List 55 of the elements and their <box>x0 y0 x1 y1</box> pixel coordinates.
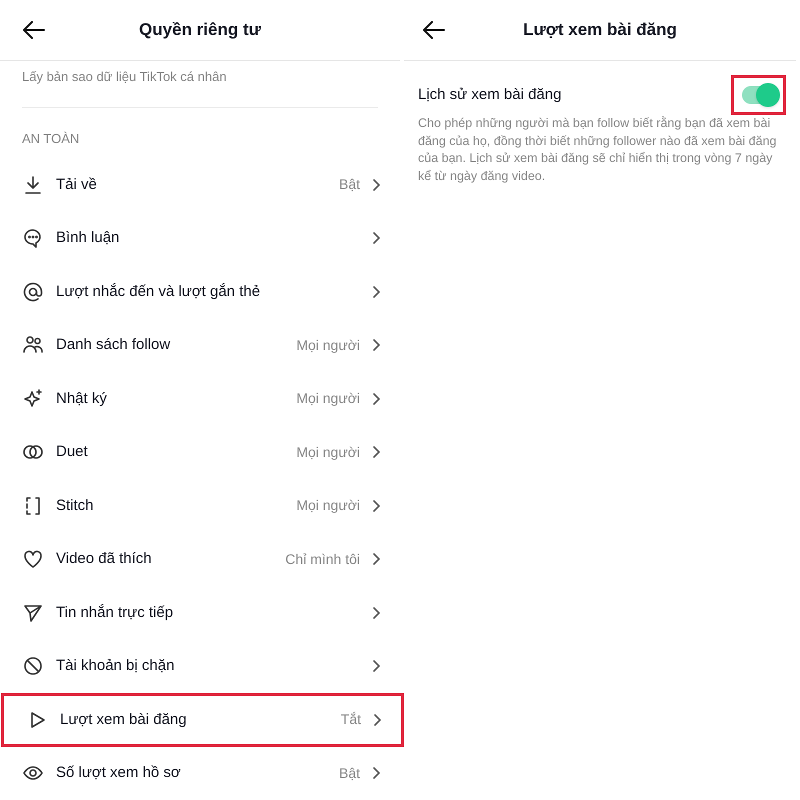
row-value: Mọi người <box>296 496 360 516</box>
settings-row[interactable]: Lượt nhắc đến và lượt gắn thẻ <box>0 265 400 318</box>
chevron-right-icon <box>372 338 382 352</box>
row-label: Bình luận <box>56 228 120 248</box>
screen-title: Quyền riêng tư <box>139 19 261 42</box>
settings-row[interactable]: Tài khoản bị chặn <box>0 640 400 693</box>
settings-row[interactable]: Tin nhắn trực tiếp <box>0 586 400 640</box>
settings-row[interactable]: Tải về Bật <box>0 158 400 212</box>
settings-row[interactable]: Số lượt xem hồ sơ Bật <box>0 746 400 800</box>
row-value: Tắt <box>340 710 361 730</box>
row-label: Video đã thích <box>56 549 153 569</box>
row-label: Lượt nhắc đến và lượt gắn thẻ <box>56 282 262 302</box>
settings-row[interactable]: Bình luận <box>0 212 400 265</box>
settings-row[interactable]: Lượt xem bài đăng Tắt <box>1 693 404 746</box>
chevron-right-icon <box>372 284 382 299</box>
settings-row[interactable]: Nhật ký Mọi người <box>0 372 400 426</box>
chevron-right-icon <box>372 606 382 620</box>
section-heading: AN TOÀN <box>21 130 80 148</box>
row-value: Mọi người <box>296 336 360 355</box>
row-label: Tải về <box>56 174 98 194</box>
settings-row[interactable]: Video đã thích Chỉ mình tôi <box>0 532 400 586</box>
row-label: Nhật ký <box>56 388 108 408</box>
chevron-right-icon <box>372 231 382 246</box>
chevron-right-icon <box>372 178 382 192</box>
row-value: Mọi người <box>296 442 360 462</box>
row-label: Tài khoản bị chặn <box>56 656 176 676</box>
row-value: Bật <box>338 764 360 783</box>
row-label: Lượt xem bài đăng <box>60 710 188 730</box>
sparkle-icon <box>22 388 44 410</box>
row-label: Số lượt xem hồ sơ <box>56 763 182 783</box>
row-label: Danh sách follow <box>56 335 172 355</box>
data-download-link[interactable]: Lấy bản sao dữ liệu TikTok cá nhân <box>22 66 227 86</box>
settings-row[interactable]: Duet Mọi người <box>0 426 400 479</box>
blocked-icon <box>22 655 44 678</box>
row-value: Bật <box>338 175 360 194</box>
chevron-right-icon <box>373 712 383 727</box>
chevron-right-icon <box>372 445 382 460</box>
setting-description: Cho phép những người mà bạn follow biết rằng bạn đã xem bài đăng của họ, đồng thời biết những follower nào đã xem bài đăng của bạn. Lịch sử xem bài đăng sẽ chỉ hiển thị trong vòng 7 ngày kể từ ngày đăng video. <box>417 115 778 185</box>
row-label: Duet <box>56 442 89 462</box>
settings-row[interactable]: Stitch Mọi người <box>0 479 400 532</box>
row-label: Stitch <box>56 496 95 516</box>
chevron-right-icon <box>372 766 382 780</box>
row-value: Mọi người <box>296 389 360 408</box>
settings-row[interactable]: Danh sách follow Mọi người <box>0 318 400 372</box>
chevron-right-icon <box>372 392 382 406</box>
screen-title: Lượt xem bài đăng <box>523 19 677 42</box>
chevron-right-icon <box>372 498 382 513</box>
row-label: Tin nhắn trực tiếp <box>56 602 174 622</box>
at-sign-icon <box>22 280 44 303</box>
heart-icon <box>22 548 44 570</box>
toggle-switch[interactable] <box>731 75 786 115</box>
chevron-right-icon <box>372 659 382 674</box>
setting-label: Lịch sử xem bài đăng <box>418 84 562 105</box>
chevron-right-icon <box>372 552 382 566</box>
row-value: Chỉ mình tôi <box>285 550 360 569</box>
